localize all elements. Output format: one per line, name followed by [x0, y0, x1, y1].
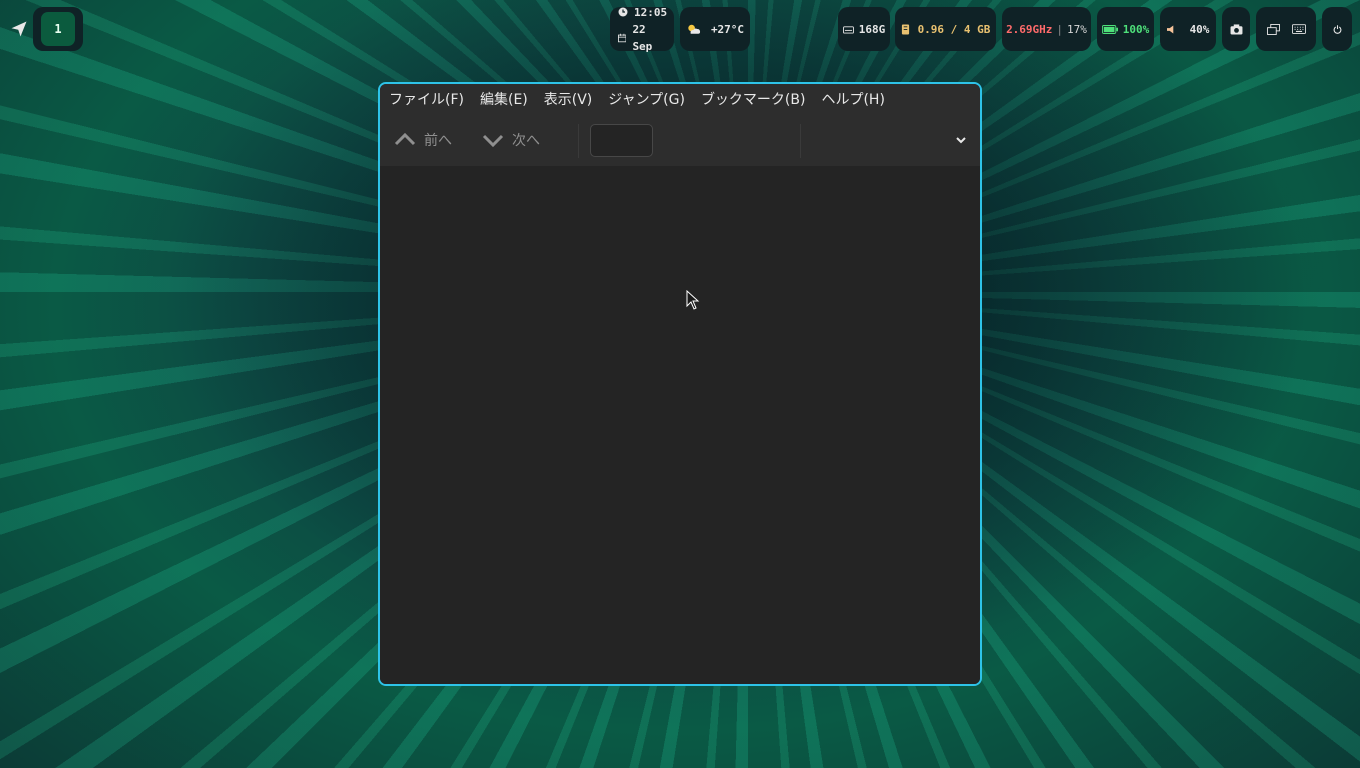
camera-icon: [1230, 23, 1242, 35]
cpu-separator: |: [1056, 22, 1064, 36]
clock-date: 22 Sep: [632, 22, 653, 53]
power-icon: [1333, 24, 1341, 34]
volume-widget[interactable]: 40%: [1160, 7, 1216, 51]
volume-level: 40%: [1189, 22, 1210, 36]
battery-widget[interactable]: 100%: [1097, 7, 1154, 51]
toolbar-separator: [800, 124, 801, 158]
workspace-1-button[interactable]: 1: [41, 12, 75, 46]
document-area[interactable]: [380, 166, 980, 684]
windows-icon[interactable]: [1266, 23, 1280, 35]
clock-icon: [618, 7, 628, 17]
cpu-widget[interactable]: 2.69GHz | 17%: [1002, 7, 1091, 51]
disk-usage: 168G: [858, 22, 886, 36]
battery-level: 100%: [1122, 22, 1150, 36]
disk-icon: [842, 25, 854, 34]
weather-widget[interactable]: +27°C: [680, 7, 750, 51]
next-page-button[interactable]: 次へ: [452, 127, 540, 153]
menu-file[interactable]: ファイル(F): [389, 89, 464, 109]
calendar-icon: [618, 33, 627, 42]
toolbar-menu-button[interactable]: [954, 132, 968, 146]
menu-go[interactable]: ジャンプ(G): [608, 89, 685, 109]
screenshot-widget[interactable]: [1222, 7, 1250, 51]
speaker-icon: [1166, 24, 1173, 34]
menu-bar: ファイル(F) 編集(E) 表示(V) ジャンプ(G) ブックマーク(B) ヘル…: [380, 84, 980, 114]
menu-view[interactable]: 表示(V): [544, 89, 593, 109]
cpu-usage: 17%: [1067, 22, 1087, 36]
toolbar-separator: [578, 124, 579, 158]
memory-usage: 0.96 / 4 GB: [917, 22, 991, 36]
partly-cloudy-icon: [688, 24, 700, 34]
chevron-up-icon: [394, 132, 416, 146]
document-viewer-window[interactable]: ファイル(F) 編集(E) 表示(V) ジャンプ(G) ブックマーク(B) ヘル…: [378, 82, 982, 686]
cpu-frequency: 2.69GHz: [1006, 22, 1053, 36]
toolbar: 前へ 次へ: [380, 114, 980, 167]
clock-time: 12:05: [634, 5, 668, 19]
power-widget[interactable]: [1322, 7, 1352, 51]
chevron-down-icon: [482, 134, 504, 148]
previous-page-label: 前へ: [424, 133, 452, 149]
next-page-label: 次へ: [512, 133, 540, 149]
disk-widget[interactable]: 168G: [838, 7, 890, 51]
clock-widget[interactable]: 12:05 22 Sep: [610, 5, 674, 53]
previous-page-button[interactable]: 前へ: [380, 127, 452, 153]
memory-icon: [901, 24, 909, 34]
page-number-input[interactable]: [590, 124, 653, 157]
workspace-indicator: 1: [33, 7, 83, 51]
mouse-cursor-icon: [686, 290, 700, 310]
chevron-down-icon: [956, 137, 966, 144]
weather-temp: +27°C: [710, 22, 745, 36]
menu-bookmarks[interactable]: ブックマーク(B): [701, 89, 806, 109]
launcher-icon[interactable]: [10, 20, 28, 38]
keyboard-icon[interactable]: [1291, 24, 1306, 34]
menu-edit[interactable]: 編集(E): [480, 89, 528, 109]
menu-help[interactable]: ヘルプ(H): [821, 89, 884, 109]
battery-icon: [1101, 24, 1118, 34]
memory-widget[interactable]: 0.96 / 4 GB: [895, 7, 996, 51]
system-tray: [1256, 7, 1316, 51]
